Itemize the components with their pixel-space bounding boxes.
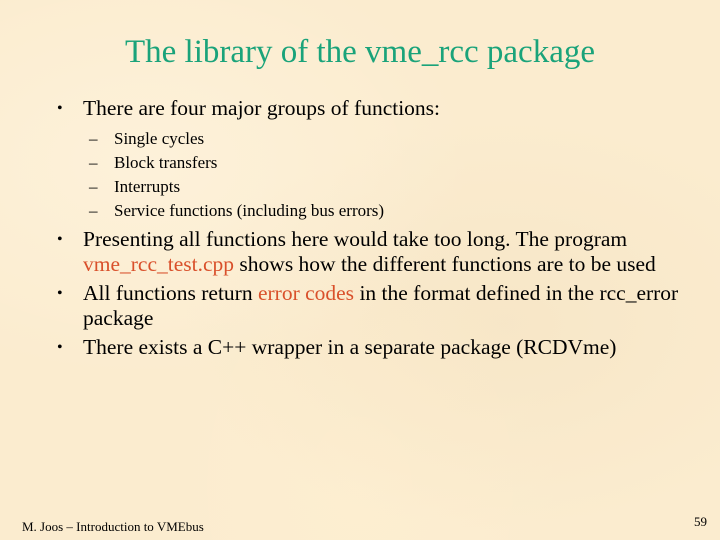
sub-item: – Block transfers [57,151,697,175]
bullet-text-part: shows how the different functions are to… [234,252,656,276]
bullet-icon: • [57,100,63,117]
sub-item: – Single cycles [57,127,697,151]
sub-item: – Service functions (including bus error… [57,199,697,223]
sub-item-text: Service functions (including bus errors) [114,201,385,220]
sub-list: – Single cycles – Block transfers – Inte… [57,127,697,223]
sub-item-text: Single cycles [114,129,205,148]
bullet-item: • There exists a C++ wrapper in a separa… [57,335,697,360]
bullet-icon: • [57,231,63,248]
bullet-text: There exists a C++ wrapper in a separate… [83,335,617,359]
dash-icon: – [89,153,98,172]
slide-body: • There are four major groups of functio… [57,96,697,360]
program-filename: vme_rcc_test.cpp [83,252,235,276]
sub-item: – Interrupts [57,175,697,199]
dash-icon: – [89,177,98,196]
bullet-text-part: Presenting all functions here would take… [83,227,628,251]
error-codes-highlight: error codes [257,281,355,305]
bullet-icon: • [57,285,63,302]
dash-icon: – [89,201,98,220]
footer-author: M. Joos – Introduction to VMEbus [22,519,204,534]
bullet-item: • All functions return error codes in th… [57,281,697,331]
bullet-item: • There are four major groups of functio… [57,96,697,121]
bullet-text-part: All functions return [83,281,258,305]
slide-title: The library of the vme_rcc package [124,34,595,70]
sub-item-text: Block transfers [114,153,218,172]
page-number: 59 [694,514,707,529]
bullet-text: There are four major groups of functions… [83,96,441,120]
dash-icon: – [89,129,98,148]
bullet-item: • Presenting all functions here would ta… [57,227,697,277]
sub-item-text: Interrupts [114,177,181,196]
bullet-icon: • [57,339,63,356]
